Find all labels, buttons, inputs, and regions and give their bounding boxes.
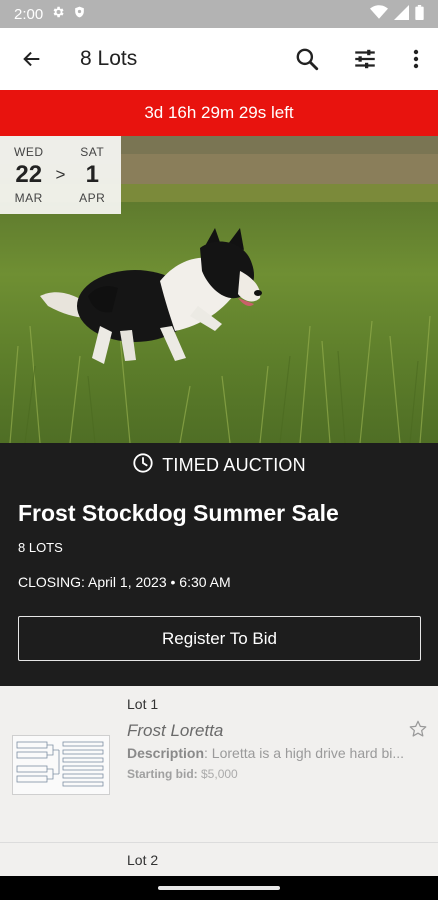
star-outline-icon[interactable]	[408, 719, 428, 744]
auction-type: TIMED AUCTION	[0, 443, 438, 487]
end-day-of-week: SAT	[80, 145, 105, 159]
app-bar: 8 Lots	[0, 28, 438, 90]
lots-count: 8 LOTS	[18, 540, 63, 555]
status-bar: 2:00	[0, 0, 438, 28]
more-vert-icon[interactable]	[394, 28, 438, 90]
start-month: MAR	[14, 191, 43, 205]
signal-icon	[394, 4, 409, 24]
start-day-of-week: WED	[14, 145, 44, 159]
back-arrow-icon[interactable]	[0, 28, 64, 90]
list-item[interactable]: Lot 1 Frost Loretta Description: Loretta…	[0, 686, 438, 843]
list-item[interactable]: Lot 2	[0, 843, 438, 876]
auction-info-panel: TIMED AUCTION Frost Stockdog Summer Sale…	[0, 443, 438, 686]
auction-hero-image[interactable]: WED 22 MAR > SAT 1 APR	[0, 136, 438, 443]
starting-bid-label: Starting bid:	[127, 767, 198, 781]
filter-icon[interactable]	[336, 28, 394, 90]
auction-type-label: TIMED AUCTION	[162, 454, 306, 475]
end-month: APR	[79, 191, 106, 205]
start-date: WED 22 MAR	[4, 145, 54, 205]
end-date: SAT 1 APR	[68, 145, 118, 205]
battery-icon	[415, 4, 424, 24]
wifi-icon	[370, 5, 388, 23]
navigation-bar	[0, 876, 438, 900]
home-gesture-handle[interactable]	[158, 886, 280, 890]
lot-name: Frost Loretta	[127, 721, 224, 740]
shield-icon	[73, 5, 86, 23]
page-title: 8 Lots	[80, 47, 138, 70]
starting-bid: Starting bid: $5,000	[127, 767, 238, 781]
lot-number: Lot 2	[127, 852, 159, 868]
starting-bid-value: $5,000	[197, 767, 238, 781]
closing-date: CLOSING: April 1, 2023 • 6:30 AM	[18, 574, 231, 590]
date-separator: >	[55, 165, 66, 184]
lot-description: Description: Loretta is a high drive har…	[127, 745, 429, 761]
lot-thumbnail	[12, 735, 110, 795]
countdown-banner: 3d 16h 29m 29s left	[0, 90, 438, 136]
gear-icon	[51, 5, 65, 23]
sale-title: Frost Stockdog Summer Sale	[18, 500, 339, 526]
end-day: 1	[85, 161, 99, 188]
description-label: Description	[127, 745, 205, 761]
description-text: : Loretta is a high drive hard bi...	[204, 745, 405, 761]
clock-icon	[132, 452, 154, 479]
lot-number: Lot 1	[127, 696, 159, 712]
lot-list: Lot 1 Frost Loretta Description: Loretta…	[0, 686, 438, 876]
start-day: 22	[15, 161, 43, 188]
register-to-bid-button[interactable]: Register To Bid	[18, 616, 421, 661]
date-range-box: WED 22 MAR > SAT 1 APR	[0, 136, 121, 214]
status-time: 2:00	[14, 5, 44, 23]
search-icon[interactable]	[278, 28, 336, 90]
